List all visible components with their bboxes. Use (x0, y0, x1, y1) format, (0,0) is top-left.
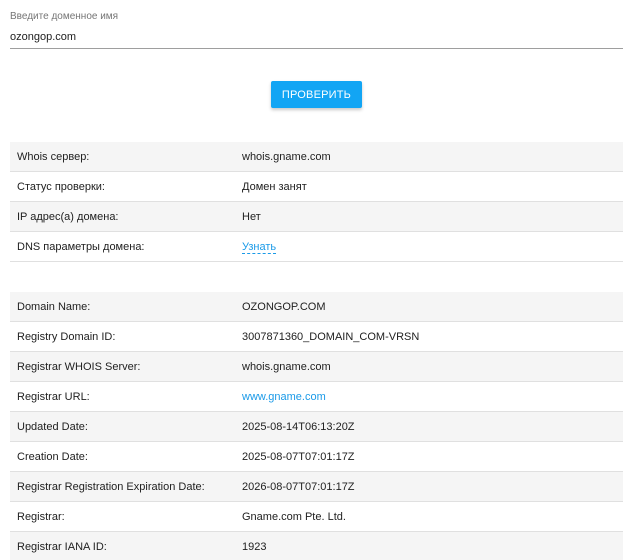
summary-table: Whois сервер: whois.gname.com Статус про… (10, 142, 623, 262)
table-row: DNS параметры домена: Узнать (10, 231, 623, 262)
whois-table: Domain Name: OZONGOP.COM Registry Domain… (10, 292, 623, 560)
registrar-url-link[interactable]: www.gname.com (242, 391, 326, 403)
table-row: Updated Date: 2025-08-14T06:13:20Z (10, 411, 623, 442)
row-key: Registrar: (10, 501, 235, 532)
row-value: 2025-08-14T06:13:20Z (235, 411, 623, 442)
row-key: Registrar Registration Expiration Date: (10, 471, 235, 502)
domain-field-label: Введите доменное имя (10, 11, 119, 22)
row-value: Домен занят (235, 171, 623, 202)
row-key: Registrar URL: (10, 381, 235, 412)
table-row: Статус проверки: Домен занят (10, 171, 623, 202)
whois-page: Введите доменное имя ПРОВЕРИТЬ Whois сер… (0, 0, 635, 560)
row-key: Creation Date: (10, 441, 235, 472)
row-value: Нет (235, 201, 623, 232)
row-key: IP адрес(а) домена: (10, 201, 235, 232)
check-button[interactable]: ПРОВЕРИТЬ (271, 81, 362, 108)
table-row: Registrar Registration Expiration Date: … (10, 471, 623, 502)
row-value: 1923 (235, 531, 623, 560)
table-row: Registrar WHOIS Server: whois.gname.com (10, 351, 623, 382)
domain-input[interactable] (10, 31, 623, 49)
table-row: Registry Domain ID: 3007871360_DOMAIN_CO… (10, 321, 623, 352)
row-value-cell: www.gname.com (235, 381, 623, 412)
row-value: whois.gname.com (235, 351, 623, 382)
table-row: Registrar URL: www.gname.com (10, 381, 623, 412)
row-key: DNS параметры домена: (10, 231, 235, 262)
row-value: OZONGOP.COM (235, 292, 623, 322)
row-key: Whois сервер: (10, 142, 235, 172)
row-key: Updated Date: (10, 411, 235, 442)
row-value-cell: Узнать (235, 231, 623, 262)
row-value: 3007871360_DOMAIN_COM-VRSN (235, 321, 623, 352)
row-key: Domain Name: (10, 292, 235, 322)
row-value: 2026-08-07T07:01:17Z (235, 471, 623, 502)
row-key: Registrar IANA ID: (10, 531, 235, 560)
row-value: Gname.com Pte. Ltd. (235, 501, 623, 532)
row-key: Статус проверки: (10, 171, 235, 202)
row-key: Registry Domain ID: (10, 321, 235, 352)
domain-field: Введите доменное имя (10, 11, 623, 49)
table-row: IP адрес(а) домена: Нет (10, 201, 623, 232)
table-row: Whois сервер: whois.gname.com (10, 142, 623, 172)
dns-lookup-link[interactable]: Узнать (242, 240, 277, 254)
table-row: Registrar IANA ID: 1923 (10, 531, 623, 560)
row-value: whois.gname.com (235, 142, 623, 172)
table-row: Registrar: Gname.com Pte. Ltd. (10, 501, 623, 532)
row-value: 2025-08-07T07:01:17Z (235, 441, 623, 472)
table-row: Creation Date: 2025-08-07T07:01:17Z (10, 441, 623, 472)
table-row: Domain Name: OZONGOP.COM (10, 292, 623, 322)
row-key: Registrar WHOIS Server: (10, 351, 235, 382)
